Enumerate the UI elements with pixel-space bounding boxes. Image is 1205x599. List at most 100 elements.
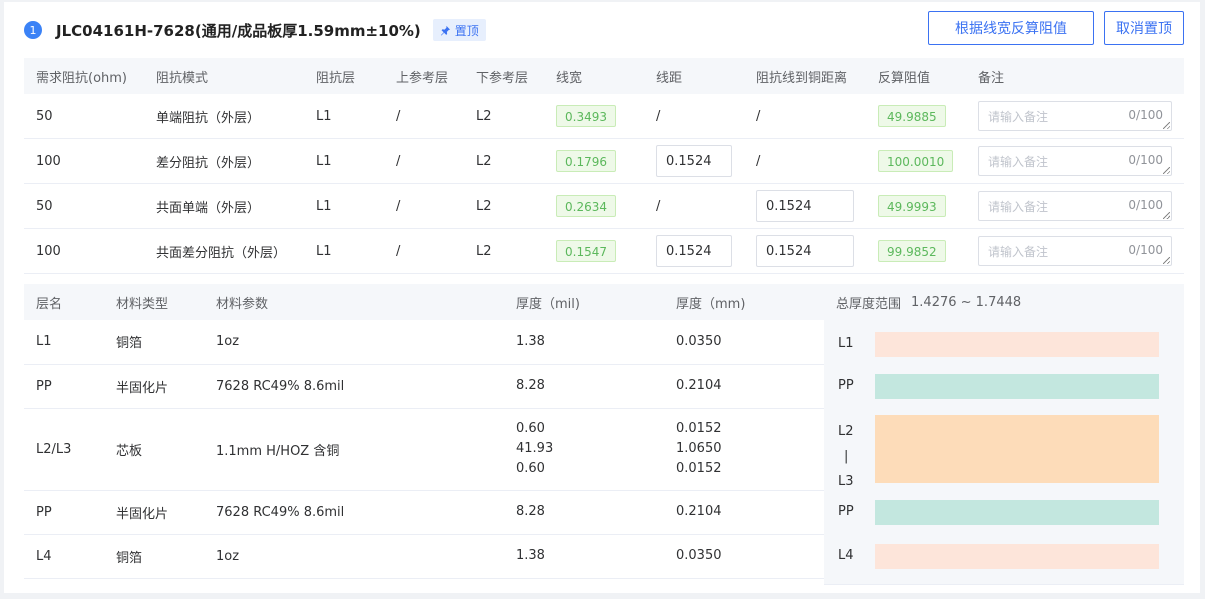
calculated-impedance-cell: 49.9993 (866, 183, 966, 229)
thickness-mm-value: 0.0350 (676, 333, 722, 349)
thickness-mm-values: 0.0350 (676, 546, 824, 566)
thickness-mm-values: 0.2104 (676, 376, 824, 396)
thickness-mil-values: 0.60 41.93 0.60 (516, 419, 664, 479)
layer-label: PP (838, 504, 854, 519)
stackup-param-cell: 7628 RC49% 8.6mil (204, 364, 504, 409)
calculated-impedance-tag: 49.9993 (878, 195, 946, 217)
impedance-row: 50 单端阻抗（外层） L1/L2 0.3493//49.9885 请输入备注 0/100 (24, 94, 1184, 139)
impedance-mode-cell: 共面差分阻抗（外层） (144, 228, 304, 274)
thickness-mm-value: 0.0152 (676, 421, 722, 436)
stackup-layer-cell: PP (24, 490, 104, 535)
stackup-row: L1 铜箔 1oz 1.38 0.0350 (24, 320, 824, 365)
resize-grip-icon[interactable] (1163, 167, 1170, 174)
calculated-impedance-cell: 99.9852 (866, 228, 966, 274)
stackup-layer-cell: L2/L3 (24, 408, 104, 491)
thickness-range-title: 总厚度范围 (836, 296, 902, 312)
impedance-table: 需求阻抗(ohm) 阻抗模式 阻抗层 上参考层 下参考层 线宽 线距 阻抗线到铜… (24, 58, 1184, 274)
required-impedance-cell: 100 (24, 228, 144, 274)
trace-spacing-input[interactable]: 0.1524 (656, 235, 732, 267)
trace-width-cell: 0.1796 (544, 138, 644, 184)
impedance-row: 100 共面差分阻抗（外层） L1/L2 0.1547 0.1524 0.1524 99.9… (24, 228, 1184, 274)
stackup-title: JLC04161H-7628(通用/成品板厚1.59mm±10%) (56, 21, 421, 40)
stackup-row: PP 半固化片 7628 RC49% 8.6mil 8.28 0.2104 (24, 490, 824, 535)
layer-label-line: L2 (838, 424, 854, 439)
trace-width-cell: 0.3493 (544, 94, 644, 139)
stackup-layer-cell: L4 (24, 534, 104, 579)
thickness-mm-cell: 0.2104 (664, 364, 824, 409)
copper-distance-input[interactable]: 0.1524 (756, 190, 854, 222)
thickness-mil-value: 8.28 (516, 378, 545, 393)
impedance-mode-cell: 共面单端（外层） (144, 183, 304, 229)
impedance-row: 50 共面单端（外层） L1/L2 0.2634/0.1524 49.9993 请输入备注… (24, 183, 1184, 229)
upper-ref-cell: / (384, 94, 464, 139)
resize-grip-icon[interactable] (1163, 212, 1170, 219)
layer-bar-copper (875, 331, 1159, 357)
stackup-layer-cell: PP (24, 364, 104, 409)
layer-label: L1 (838, 336, 854, 351)
thickness-mil-values: 8.28 (516, 502, 664, 522)
pin-icon (440, 25, 450, 36)
thickness-mil-values: 8.28 (516, 376, 664, 396)
col-calculated-impedance: 反算阻值 (866, 58, 966, 94)
index-badge: 1 (24, 21, 42, 39)
remark-cell: 请输入备注 0/100 (966, 94, 1184, 139)
remark-char-count: 0/100 (1128, 108, 1163, 122)
required-impedance-cell: 100 (24, 138, 144, 184)
lower-ref-cell: L2 (464, 228, 544, 274)
thickness-mm-cell: 0.0350 (664, 320, 824, 365)
trace-width-tag: 0.3493 (556, 105, 616, 127)
layer-bar-prepreg (875, 373, 1159, 399)
trace-width-tag: 0.1796 (556, 150, 616, 172)
trace-width-cell: 0.2634 (544, 183, 644, 229)
calculated-impedance-tag: 99.9852 (878, 240, 946, 262)
thickness-mil-value: 0.60 (516, 421, 545, 436)
remark-textarea[interactable]: 请输入备注 0/100 (978, 101, 1172, 131)
trace-spacing-cell: 0.1524 (644, 138, 744, 184)
col-impedance-mode: 阻抗模式 (144, 58, 304, 94)
card-header: 1 JLC04161H-7628(通用/成品板厚1.59mm±10%) 置顶 (24, 18, 486, 42)
stackup-type-cell: 半固化片 (104, 490, 204, 535)
thickness-mil-value: 8.28 (516, 504, 545, 519)
stackup-table: 层名 材料类型 材料参数 厚度（mil) 厚度（mm) L1 铜箔 1oz 1.38 0… (24, 284, 824, 579)
unpin-button[interactable]: 取消置顶 (1104, 11, 1184, 45)
stackup-param-cell: 7628 RC49% 8.6mil (204, 490, 504, 535)
thickness-mil-values: 1.38 (516, 332, 664, 352)
impedance-layer-cell: L1 (304, 228, 384, 274)
thickness-mil-values: 1.38 (516, 546, 664, 566)
col-thickness-mil: 厚度（mil) (504, 284, 664, 320)
remark-char-count: 0/100 (1128, 198, 1163, 212)
thickness-mil-cell: 1.38 (504, 534, 664, 579)
copper-distance-cell: 0.1524 (744, 183, 866, 229)
trace-spacing-cell: 0.1524 (644, 228, 744, 274)
resize-grip-icon[interactable] (1163, 122, 1170, 129)
thickness-mil-value: 1.38 (516, 548, 545, 563)
col-layer-name: 层名 (24, 284, 104, 320)
thickness-mm-value: 0.2104 (676, 504, 722, 519)
remark-textarea[interactable]: 请输入备注 0/100 (978, 146, 1172, 176)
impedance-layer-cell: L1 (304, 183, 384, 229)
resize-grip-icon[interactable] (1163, 257, 1170, 264)
col-trace-width: 线宽 (544, 58, 644, 94)
layer-bar-prepreg (875, 499, 1159, 525)
remark-char-count: 0/100 (1128, 243, 1163, 257)
upper-ref-cell: / (384, 228, 464, 274)
copper-distance-input[interactable]: 0.1524 (756, 235, 854, 267)
upper-ref-cell: / (384, 138, 464, 184)
layer-label: L4 (838, 548, 854, 563)
layer-label: L2 | L3 (838, 419, 854, 494)
trace-spacing-cell: / (644, 94, 744, 139)
calc-impedance-by-width-button[interactable]: 根据线宽反算阻值 (928, 11, 1094, 45)
remark-char-count: 0/100 (1128, 153, 1163, 167)
stackup-type-cell: 铜箔 (104, 320, 204, 365)
col-remark: 备注 (966, 58, 1184, 94)
lower-ref-cell: L2 (464, 94, 544, 139)
remark-placeholder: 请输入备注 (988, 155, 1049, 169)
remark-textarea[interactable]: 请输入备注 0/100 (978, 191, 1172, 221)
thickness-mm-value: 0.0152 (676, 461, 722, 476)
lower-ref-cell: L2 (464, 183, 544, 229)
thickness-mm-cell: 0.2104 (664, 490, 824, 535)
stackup-card: 1 JLC04161H-7628(通用/成品板厚1.59mm±10%) 置顶 根… (4, 2, 1200, 593)
trace-spacing-input[interactable]: 0.1524 (656, 145, 732, 177)
stackup-type-cell: 半固化片 (104, 364, 204, 409)
remark-textarea[interactable]: 请输入备注 0/100 (978, 236, 1172, 266)
